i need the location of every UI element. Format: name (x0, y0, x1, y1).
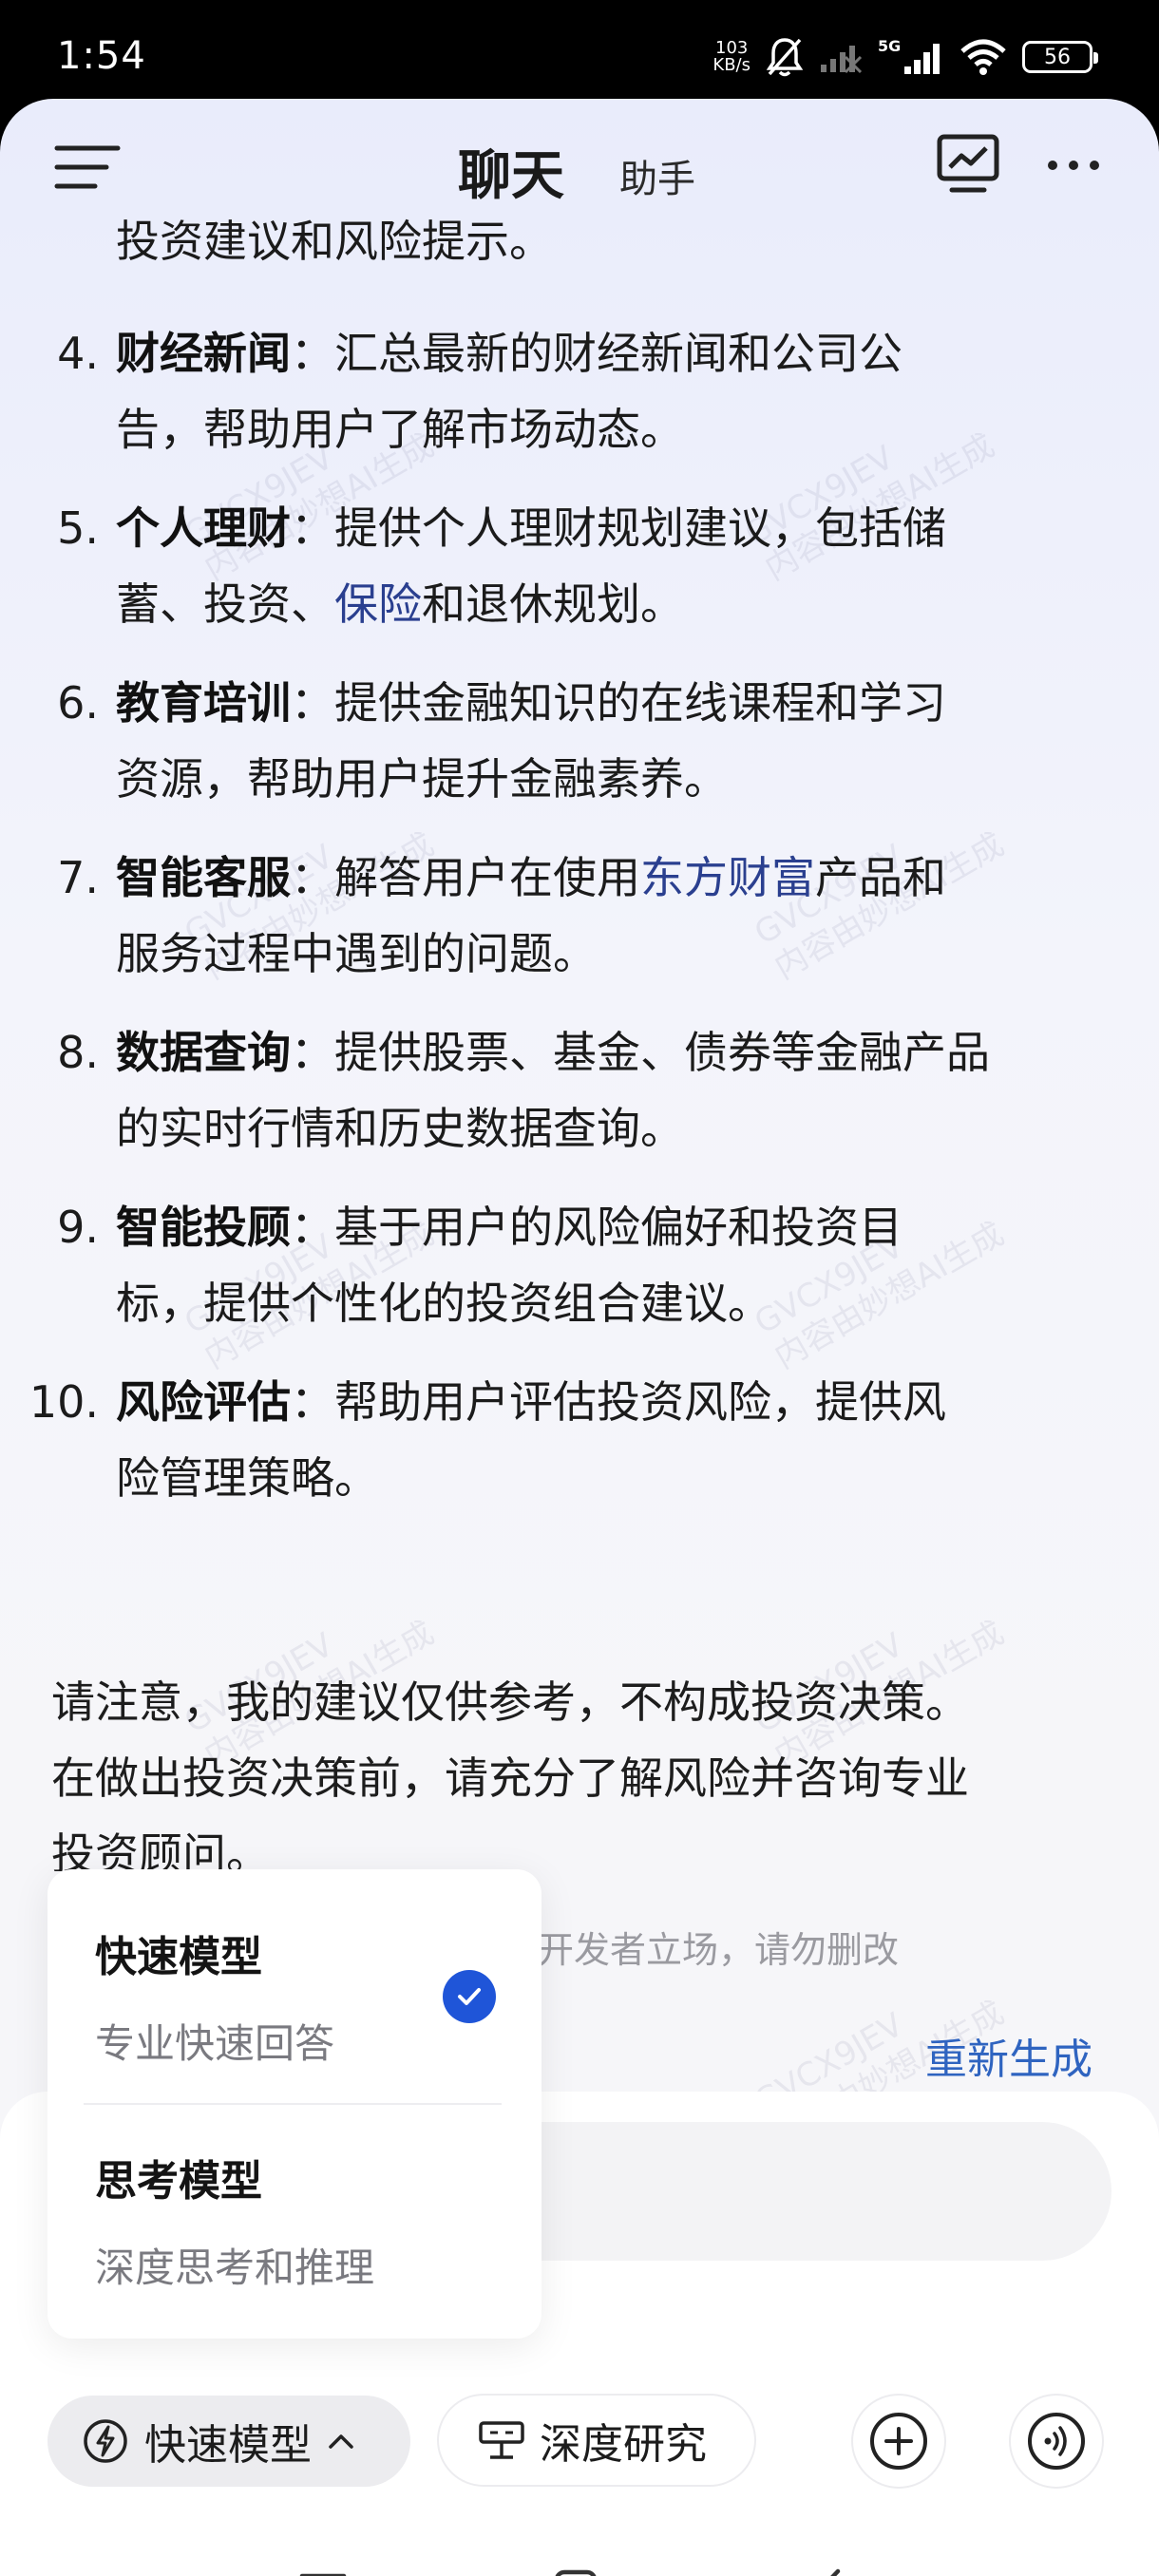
model-chip-label: 快速模型 (144, 2421, 312, 2470)
message-text: 投资建议和风险提示。 (116, 216, 553, 267)
item-text: ：提供金融知识的在线课程和学习 (291, 677, 946, 729)
more-button[interactable] (1045, 146, 1102, 184)
system-nav-bar (0, 2500, 1159, 2576)
list-number: 4. (57, 328, 99, 379)
model-select-button[interactable]: 快速模型 (48, 2396, 410, 2487)
list-number: 10. (28, 1376, 99, 1428)
option-fast-title[interactable]: 快速模型 (95, 1923, 262, 1983)
regenerate-button[interactable]: 重新生成 (925, 2025, 1092, 2086)
item-title: 财经新闻 (116, 328, 291, 379)
item-text: 险管理策略。 (116, 1452, 378, 1504)
item-title: 教育培训 (116, 677, 291, 729)
menu-lines-icon (299, 2573, 347, 2576)
square-home-icon (555, 2569, 597, 2576)
item-title: 智能客服 (116, 852, 291, 903)
item-text: 服务过程中遇到的问题。 (116, 928, 597, 979)
item-title: 个人理财 (116, 502, 291, 554)
net-speed: 103 KB/s (712, 40, 750, 74)
battery-icon: 56 (1022, 41, 1098, 73)
signal-weak-icon (819, 40, 863, 74)
list-number: 8. (57, 1027, 99, 1078)
back-button[interactable] (790, 2553, 866, 2576)
list-number: 6. (57, 677, 99, 729)
signal-5g-icon: 5G (878, 38, 944, 76)
deep-research-icon (479, 2421, 524, 2459)
note-line: 请注意，我的建议仅供参考，不构成投资决策。 (51, 1676, 969, 1728)
menu-icon (54, 145, 121, 189)
note-paragraph: 请注意，我的建议仅供参考，不构成投资决策。 在做出投资决策前，请充分了解风险并咨… (51, 1664, 1115, 1871)
more-dots-icon (1048, 161, 1099, 170)
item-text: 的实时行情和历史数据查询。 (116, 1103, 684, 1154)
list-number: 9. (57, 1202, 99, 1253)
wifi-icon (960, 38, 1007, 76)
voice-button[interactable] (1009, 2394, 1104, 2489)
mute-bell-icon (766, 36, 804, 78)
status-icons: 103 KB/s 5G 56 (712, 28, 1098, 85)
item-text: 和退休规划。 (422, 578, 684, 630)
tab-assistant[interactable]: 助手 (619, 148, 695, 203)
recent-apps-button[interactable] (285, 2553, 361, 2576)
chat-app: 聊天 助手 GVCX9JEV 内容由妙想AI生成 GVCX9JEV 内容由妙想AI生… (0, 99, 1159, 2576)
option-thinking-title[interactable]: 思考模型 (95, 2147, 262, 2207)
note-line: 投资顾问。 (51, 1828, 270, 1871)
item-text: 标，提供个性化的投资组合建议。 (116, 1278, 771, 1329)
page-title[interactable]: 聊天 (458, 133, 564, 210)
chevron-up-icon (329, 2434, 353, 2449)
plus-circle-icon (870, 2413, 927, 2470)
disclaimer-text: 开发者立场，请勿删改 (538, 1929, 900, 1971)
note-line: 在做出投资决策前，请充分了解风险并咨询专业 (51, 1752, 969, 1804)
model-dropdown: 快速模型 专业快速回答 思考模型 深度思考和推理 (48, 1869, 542, 2339)
eastmoney-link[interactable]: 东方财富 (640, 852, 815, 903)
item-text: ：提供个人理财规划建议，包括储 (291, 502, 946, 554)
home-button[interactable] (538, 2553, 614, 2576)
item-text: 告，帮助用户了解市场动态。 (116, 404, 684, 455)
menu-button[interactable] (53, 139, 122, 196)
net-speed-unit: KB/s (712, 55, 750, 75)
item-text: ：汇总最新的财经新闻和公司公 (291, 328, 902, 379)
voice-wave-icon (1028, 2413, 1085, 2470)
item-text: ：基于用户的风险偏好和投资目 (291, 1202, 902, 1253)
status-bar: 1:54 103 KB/s 5G 56 (0, 0, 1159, 104)
monitor-chart-icon (937, 134, 999, 193)
item-text: 资源，帮助用户提升金融素养。 (116, 753, 728, 805)
battery-level: 56 (1044, 45, 1071, 69)
network-label: 5G (878, 38, 901, 55)
option-fast-desc[interactable]: 专业快速回答 (95, 2012, 334, 2070)
item-text: ：提供股票、基金、债券等金融产品 (291, 1027, 990, 1078)
item-text: ：帮助用户评估投资风险，提供风 (291, 1376, 946, 1428)
deep-research-button[interactable]: 深度研究 (437, 2394, 756, 2487)
item-text: 蓄、投资、 (116, 578, 334, 630)
item-text: 产品和 (815, 852, 946, 903)
add-button[interactable] (851, 2394, 946, 2489)
chevron-left-icon (830, 2568, 841, 2576)
item-text: ：解答用户在使用 (291, 852, 640, 903)
deep-research-label: 深度研究 (540, 2420, 707, 2469)
status-time: 1:54 (57, 34, 146, 78)
lightning-icon (84, 2419, 127, 2463)
item-title: 智能投顾 (116, 1202, 291, 1253)
insurance-link[interactable]: 保险 (334, 578, 422, 630)
list-number: 5. (57, 502, 99, 554)
item-title: 数据查询 (116, 1027, 291, 1078)
selected-check-icon (443, 1970, 496, 2023)
divider (84, 2103, 502, 2105)
option-thinking-desc[interactable]: 深度思考和推理 (95, 2236, 374, 2294)
list-number: 7. (57, 852, 99, 903)
item-title: 风险评估 (116, 1376, 291, 1428)
monitor-button[interactable] (935, 133, 1001, 196)
